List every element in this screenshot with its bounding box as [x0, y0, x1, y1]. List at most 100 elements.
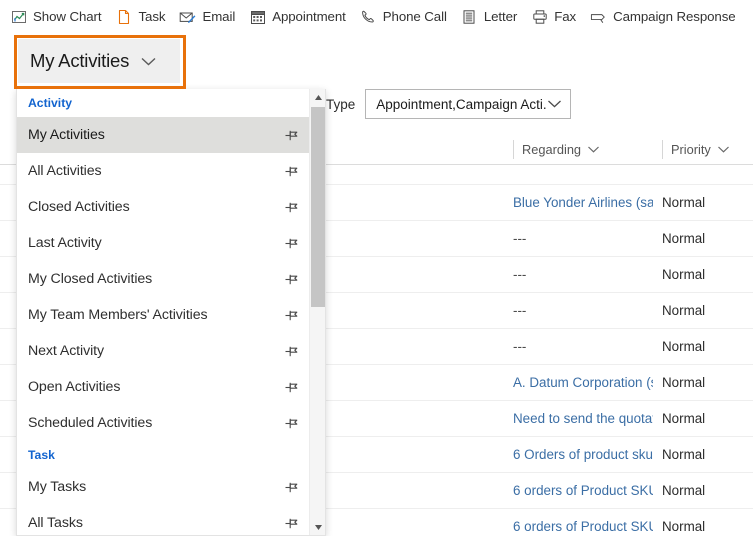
pin-icon[interactable]: [283, 271, 299, 287]
scroll-up-arrow-icon[interactable]: [310, 89, 325, 106]
view-item-all-activities[interactable]: All Activities: [17, 153, 311, 189]
view-item-label: Open Activities: [28, 379, 121, 395]
cell-regarding[interactable]: Blue Yonder Airlines (sam: [513, 185, 653, 220]
command-label: Campaign Response: [613, 9, 736, 24]
pin-icon[interactable]: [283, 515, 299, 531]
app-root: Show Chart Task Email Appointment Phone …: [0, 0, 753, 536]
pin-icon[interactable]: [283, 343, 299, 359]
column-header-regarding[interactable]: Regarding: [513, 134, 653, 165]
view-item-label: My Activities: [28, 127, 105, 143]
pin-icon[interactable]: [283, 235, 299, 251]
command-label: Appointment: [272, 9, 346, 24]
cell-regarding[interactable]: [513, 165, 653, 184]
cell-regarding[interactable]: A. Datum Corporation (sa: [513, 365, 653, 400]
view-item-label: All Tasks: [28, 515, 83, 531]
pin-icon[interactable]: [283, 127, 299, 143]
type-filter-combobox[interactable]: Appointment,Campaign Acti...: [365, 89, 572, 119]
column-header-priority[interactable]: Priority: [662, 134, 752, 165]
view-item-my-team-members-activities[interactable]: My Team Members' Activities: [17, 297, 311, 333]
type-filter-row: Type Appointment,Campaign Acti...: [326, 86, 572, 122]
scroll-down-arrow-icon[interactable]: [310, 519, 325, 535]
command-task[interactable]: Task: [115, 0, 166, 33]
view-item-all-tasks[interactable]: All Tasks: [17, 505, 311, 535]
cell-priority: Normal: [662, 375, 706, 390]
column-header-label: Priority: [671, 142, 711, 157]
view-item-last-activity[interactable]: Last Activity: [17, 225, 311, 261]
cell-regarding: ---: [513, 267, 527, 282]
command-show-chart[interactable]: Show Chart: [10, 0, 102, 33]
view-item-label: My Closed Activities: [28, 271, 153, 287]
phone-icon: [360, 8, 377, 25]
view-item-my-tasks[interactable]: My Tasks: [17, 469, 311, 505]
chart-icon: [10, 8, 27, 25]
cell-priority: Normal: [662, 447, 706, 462]
email-icon: [179, 8, 196, 25]
command-email[interactable]: Email: [179, 0, 235, 33]
command-label: Email: [202, 9, 236, 24]
fax-icon: [531, 8, 548, 25]
view-list: Activity My Activities All Activities Cl…: [17, 89, 311, 535]
cell-priority: Normal: [662, 303, 706, 318]
cell-regarding: ---: [513, 339, 527, 354]
cell-priority: Normal: [662, 267, 706, 282]
view-item-label: Last Activity: [28, 235, 102, 251]
pin-icon[interactable]: [283, 479, 299, 495]
command-fax[interactable]: Fax: [531, 0, 576, 33]
campaign-response-icon: [590, 8, 607, 25]
cell-regarding[interactable]: 6 orders of Product SKU .: [513, 473, 653, 508]
command-appointment[interactable]: Appointment: [249, 0, 346, 33]
calendar-icon: [249, 8, 266, 25]
view-item-my-activities[interactable]: My Activities: [17, 117, 311, 153]
cell-priority: [662, 165, 752, 184]
view-item-label: Closed Activities: [28, 199, 130, 215]
cell-regarding[interactable]: Need to send the quotati: [513, 401, 653, 436]
view-item-label: My Tasks: [28, 479, 87, 495]
chevron-down-icon: [587, 145, 600, 154]
view-item-scheduled-activities[interactable]: Scheduled Activities: [17, 405, 311, 441]
pin-icon[interactable]: [283, 199, 299, 215]
cell-regarding[interactable]: 6 orders of Product SKU .: [513, 509, 653, 536]
group-header-activity: Activity: [28, 96, 73, 110]
view-item-label: All Activities: [28, 163, 102, 179]
view-item-label: Next Activity: [28, 343, 104, 359]
type-filter-label: Type: [326, 96, 356, 112]
group-header-task: Task: [28, 448, 55, 462]
command-label: Fax: [554, 9, 577, 24]
command-label: Task: [138, 9, 166, 24]
view-item-label: Scheduled Activities: [28, 415, 153, 431]
view-selector-label: My Activities: [30, 50, 130, 71]
view-item-open-activities[interactable]: Open Activities: [17, 369, 311, 405]
cell-priority: Normal: [662, 231, 706, 246]
task-icon: [115, 8, 132, 25]
cell-priority: Normal: [662, 339, 706, 354]
command-phone-call[interactable]: Phone Call: [360, 0, 447, 33]
cell-priority: Normal: [662, 483, 706, 498]
chevron-down-icon: [140, 56, 157, 67]
command-bar: Show Chart Task Email Appointment Phone …: [0, 0, 753, 33]
view-selector-button[interactable]: My Activities: [18, 39, 180, 83]
view-item-label: My Team Members' Activities: [28, 307, 208, 323]
column-header-label: Regarding: [522, 142, 582, 157]
cell-priority: Normal: [662, 195, 706, 210]
command-letter[interactable]: Letter: [461, 0, 517, 33]
command-label: Letter: [483, 9, 518, 24]
cell-regarding[interactable]: 6 Orders of product sku J: [513, 437, 653, 472]
view-item-my-closed-activities[interactable]: My Closed Activities: [17, 261, 311, 297]
cell-regarding: ---: [513, 231, 527, 246]
pin-icon[interactable]: [283, 163, 299, 179]
type-filter-value: Appointment,Campaign Acti...: [376, 96, 548, 112]
cell-priority: Normal: [662, 519, 706, 534]
command-label: Show Chart: [33, 9, 102, 24]
view-item-next-activity[interactable]: Next Activity: [17, 333, 311, 369]
chevron-down-icon: [717, 145, 730, 154]
view-item-closed-activities[interactable]: Closed Activities: [17, 189, 311, 225]
view-selector-dropdown: Activity My Activities All Activities Cl…: [16, 89, 326, 536]
letter-icon: [461, 8, 478, 25]
scrollbar-thumb[interactable]: [311, 107, 325, 307]
pin-icon[interactable]: [283, 307, 299, 323]
dropdown-scrollbar[interactable]: [309, 89, 325, 535]
pin-icon[interactable]: [283, 379, 299, 395]
pin-icon[interactable]: [283, 415, 299, 431]
command-campaign-response[interactable]: Campaign Response: [590, 0, 736, 33]
cell-priority: Normal: [662, 411, 706, 426]
